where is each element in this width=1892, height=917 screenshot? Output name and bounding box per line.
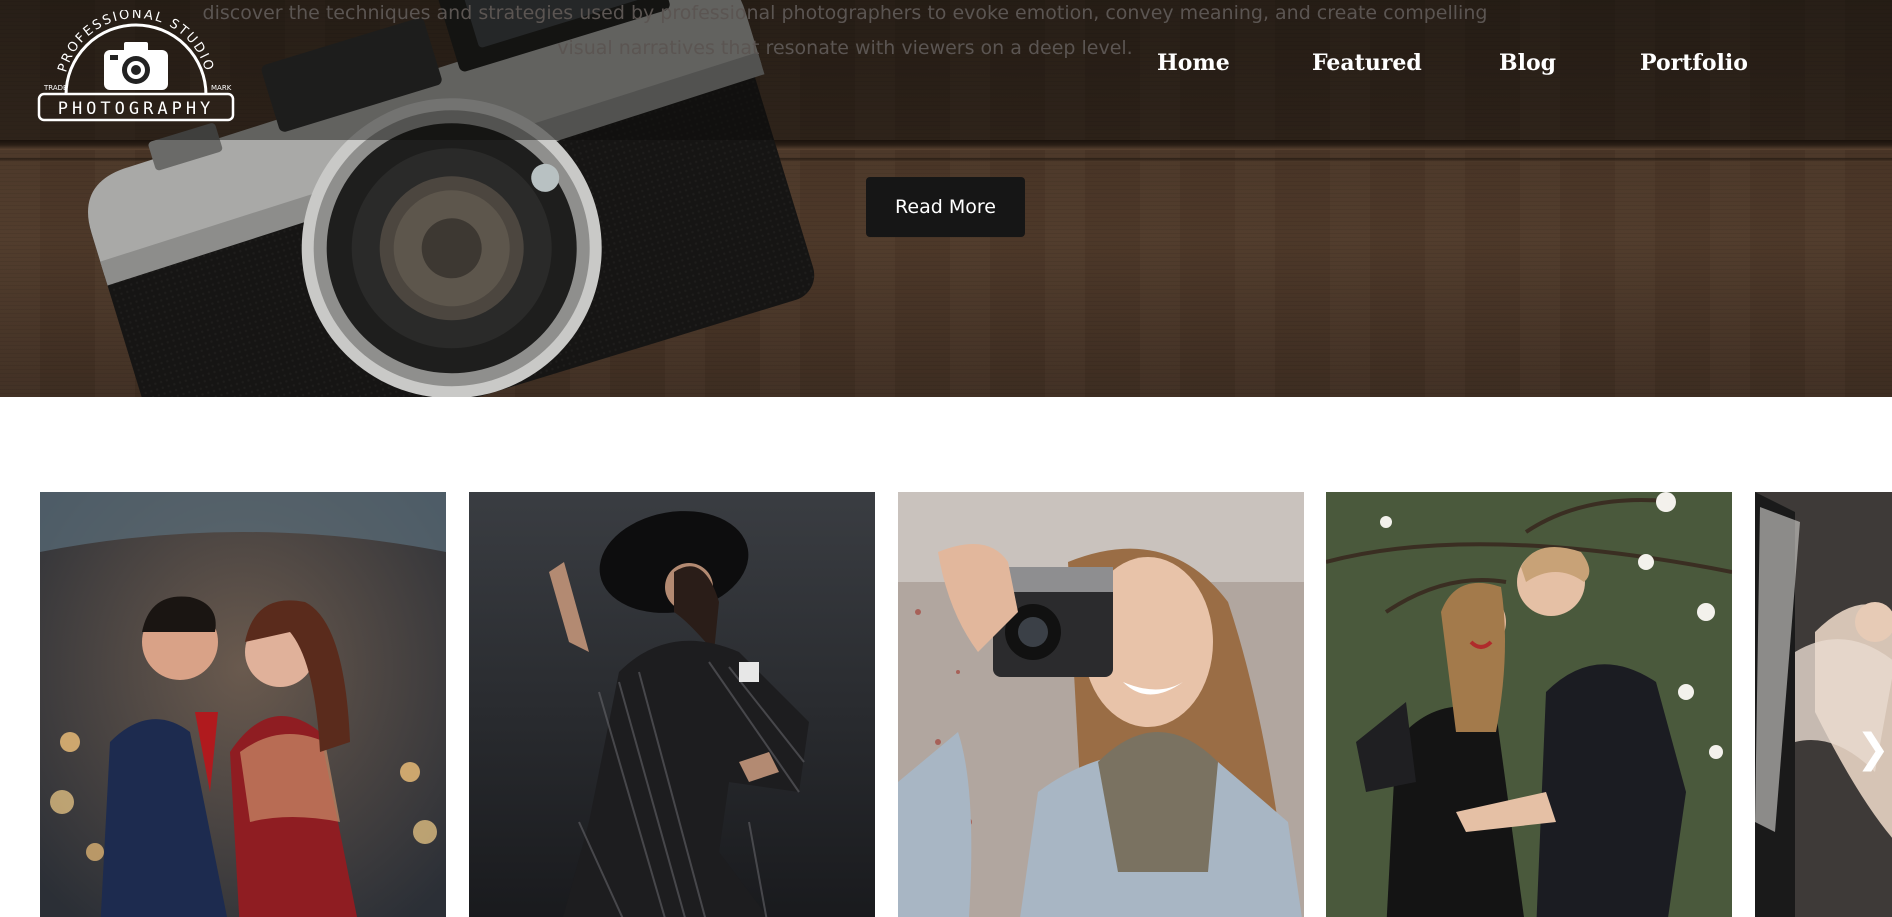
nav-item-home[interactable]: Home: [1157, 50, 1230, 76]
woman-with-camera-photo: [898, 492, 1304, 917]
gallery-card-fashion-model[interactable]: [469, 492, 875, 917]
chevron-right-icon[interactable]: ❯: [1856, 719, 1890, 779]
nav-item-featured[interactable]: Featured: [1312, 50, 1422, 76]
read-more-button[interactable]: Read More: [866, 177, 1025, 237]
photo-gallery-carousel: ❯: [0, 397, 1892, 917]
fashion-hat-model-photo: [469, 492, 875, 917]
gallery-card-couple-blossom[interactable]: [1326, 492, 1732, 917]
couple-under-blossom-photo: [1326, 492, 1732, 917]
gallery-card-wedding-couple[interactable]: [40, 492, 446, 917]
logo-main-text: PHOTOGRAPHY: [58, 99, 215, 119]
tulle-dress-photo: [1755, 492, 1892, 917]
gallery-card-tulle-dress[interactable]: [1755, 492, 1892, 917]
nav-item-blog[interactable]: Blog: [1499, 50, 1556, 76]
wedding-couple-photo: [40, 492, 446, 917]
main-nav: Home Featured Blog Portfolio: [0, 50, 1892, 86]
nav-item-portfolio[interactable]: Portfolio: [1640, 50, 1748, 76]
gallery-card-woman-camera[interactable]: [898, 492, 1304, 917]
